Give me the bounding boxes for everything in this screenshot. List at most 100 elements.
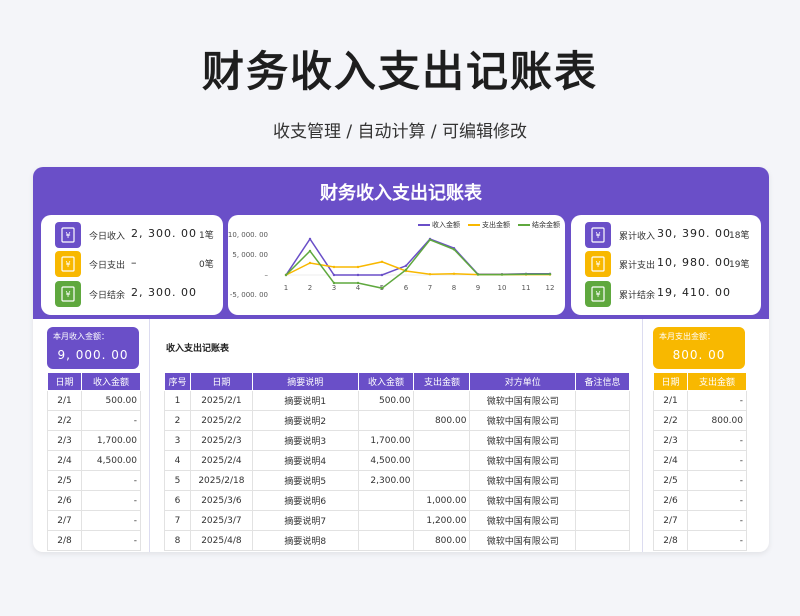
table-cell[interactable]: 摘要说明6 xyxy=(251,490,359,511)
table-cell[interactable]: 微软中国有限公司 xyxy=(469,410,577,431)
table-cell[interactable]: 摘要说明4 xyxy=(251,450,359,471)
table-cell[interactable]: 2/8 xyxy=(47,530,82,551)
table-cell[interactable]: 1,200.00 xyxy=(413,510,471,531)
table-cell[interactable]: 2/2 xyxy=(653,410,688,431)
table-cell[interactable]: - xyxy=(687,450,747,471)
table-cell[interactable]: 4 xyxy=(164,450,191,471)
table-cell[interactable] xyxy=(575,510,630,531)
money-icon: ¥ xyxy=(585,251,611,277)
table-cell[interactable]: 800.00 xyxy=(413,530,471,551)
table-cell[interactable] xyxy=(357,510,415,531)
table-cell[interactable]: 微软中国有限公司 xyxy=(469,530,577,551)
table-cell[interactable]: 2/6 xyxy=(47,490,82,511)
table-cell[interactable]: 2/7 xyxy=(653,510,688,531)
table-cell[interactable] xyxy=(575,450,630,471)
table-cell[interactable]: 1,700.00 xyxy=(357,430,415,451)
table-cell[interactable]: 2,300.00 xyxy=(357,470,415,491)
table-cell[interactable]: 8 xyxy=(164,530,191,551)
table-cell[interactable]: - xyxy=(81,490,141,511)
column-header: 支出金额 xyxy=(413,372,471,391)
table-cell[interactable]: 4,500.00 xyxy=(357,450,415,471)
stat-label: 累计收入 xyxy=(619,232,656,242)
table-cell[interactable]: 微软中国有限公司 xyxy=(469,390,577,411)
table-cell[interactable]: 微软中国有限公司 xyxy=(469,470,577,491)
table-cell[interactable]: 摘要说明5 xyxy=(251,470,359,491)
table-row: 2/2- xyxy=(47,410,141,431)
table-cell[interactable]: 2025/2/1 xyxy=(189,390,253,411)
table-cell[interactable]: 2/1 xyxy=(653,390,688,411)
table-cell[interactable]: 1 xyxy=(164,390,191,411)
table-cell[interactable]: 2/1 xyxy=(47,390,82,411)
expense-daily-table: 日期 支出金额 2/1-2/2 800.00 2/3-2/4-2/5-2/6-2/7… xyxy=(653,372,747,551)
data-point xyxy=(428,238,432,241)
money-icon: ¥ xyxy=(55,281,81,307)
table-cell[interactable]: - xyxy=(687,490,747,511)
table-cell[interactable]: 微软中国有限公司 xyxy=(469,430,577,451)
table-cell[interactable] xyxy=(575,390,630,411)
table-cell[interactable]: 微软中国有限公司 xyxy=(469,510,577,531)
table-cell[interactable]: 2/7 xyxy=(47,510,82,531)
table-cell[interactable]: 1,700.00 xyxy=(81,430,141,451)
table-cell[interactable]: 2025/3/7 xyxy=(189,510,253,531)
table-cell[interactable]: 500.00 xyxy=(357,390,415,411)
table-cell[interactable] xyxy=(413,390,471,411)
table-cell[interactable] xyxy=(575,410,630,431)
table-cell[interactable]: 2/2 xyxy=(47,410,82,431)
table-cell[interactable]: 1,000.00 xyxy=(413,490,471,511)
table-cell[interactable]: 2025/2/3 xyxy=(189,430,253,451)
table-cell[interactable] xyxy=(357,490,415,511)
table-cell[interactable] xyxy=(413,450,471,471)
table-cell[interactable]: 微软中国有限公司 xyxy=(469,490,577,511)
table-cell[interactable]: 2025/2/18 xyxy=(189,470,253,491)
table-cell[interactable]: 2/8 xyxy=(653,530,688,551)
table-row: 1 2025/2/1 摘要说明1 500.00 微软中国有限公司 xyxy=(164,390,630,411)
table-cell[interactable]: 800.00 xyxy=(687,410,747,431)
table-cell[interactable]: 2025/2/2 xyxy=(189,410,253,431)
table-cell[interactable]: 800.00 xyxy=(413,410,471,431)
table-cell[interactable]: 摘要说明3 xyxy=(251,430,359,451)
table-cell[interactable] xyxy=(357,530,415,551)
divider xyxy=(149,319,150,552)
table-cell[interactable]: 2/5 xyxy=(653,470,688,491)
table-cell[interactable]: 2 xyxy=(164,410,191,431)
table-cell[interactable] xyxy=(357,410,415,431)
table-cell[interactable]: 摘要说明1 xyxy=(251,390,359,411)
table-cell[interactable]: 摘要说明7 xyxy=(251,510,359,531)
table-cell[interactable] xyxy=(575,470,630,491)
table-cell[interactable]: - xyxy=(687,470,747,491)
table-cell[interactable]: 摘要说明2 xyxy=(251,410,359,431)
table-cell[interactable] xyxy=(575,430,630,451)
table-cell[interactable]: 2025/4/8 xyxy=(189,530,253,551)
table-cell[interactable]: 4,500.00 xyxy=(81,450,141,471)
table-cell[interactable]: - xyxy=(81,510,141,531)
table-cell[interactable]: 6 xyxy=(164,490,191,511)
table-cell[interactable]: 2/4 xyxy=(47,450,82,471)
table-cell[interactable]: - xyxy=(81,410,141,431)
table-cell[interactable]: 2025/3/6 xyxy=(189,490,253,511)
cumulative-stat-row: ¥ 累计支出 10, 980. 00 19笔 xyxy=(577,251,757,279)
table-cell[interactable]: 2/3 xyxy=(653,430,688,451)
table-cell[interactable]: 微软中国有限公司 xyxy=(469,450,577,471)
table-cell[interactable]: 2025/2/4 xyxy=(189,450,253,471)
table-cell[interactable]: 2/4 xyxy=(653,450,688,471)
table-cell[interactable]: 2/6 xyxy=(653,490,688,511)
table-cell[interactable]: - xyxy=(81,530,141,551)
table-cell[interactable]: 7 xyxy=(164,510,191,531)
table-cell[interactable]: - xyxy=(81,470,141,491)
table-cell[interactable]: - xyxy=(687,510,747,531)
table-cell[interactable] xyxy=(575,490,630,511)
data-point xyxy=(332,273,336,277)
table-cell[interactable] xyxy=(575,530,630,551)
table-cell[interactable]: 2/3 xyxy=(47,430,82,451)
table-cell[interactable]: 摘要说明8 xyxy=(251,530,359,551)
table-cell[interactable] xyxy=(413,430,471,451)
table-cell[interactable]: 500.00 xyxy=(81,390,141,411)
table-cell[interactable] xyxy=(413,470,471,491)
svg-text:¥: ¥ xyxy=(595,231,600,240)
table-cell[interactable]: - xyxy=(687,430,747,451)
table-cell[interactable]: 5 xyxy=(164,470,191,491)
table-cell[interactable]: 2/5 xyxy=(47,470,82,491)
table-cell[interactable]: - xyxy=(687,530,747,551)
table-cell[interactable]: - xyxy=(687,390,747,411)
table-cell[interactable]: 3 xyxy=(164,430,191,451)
